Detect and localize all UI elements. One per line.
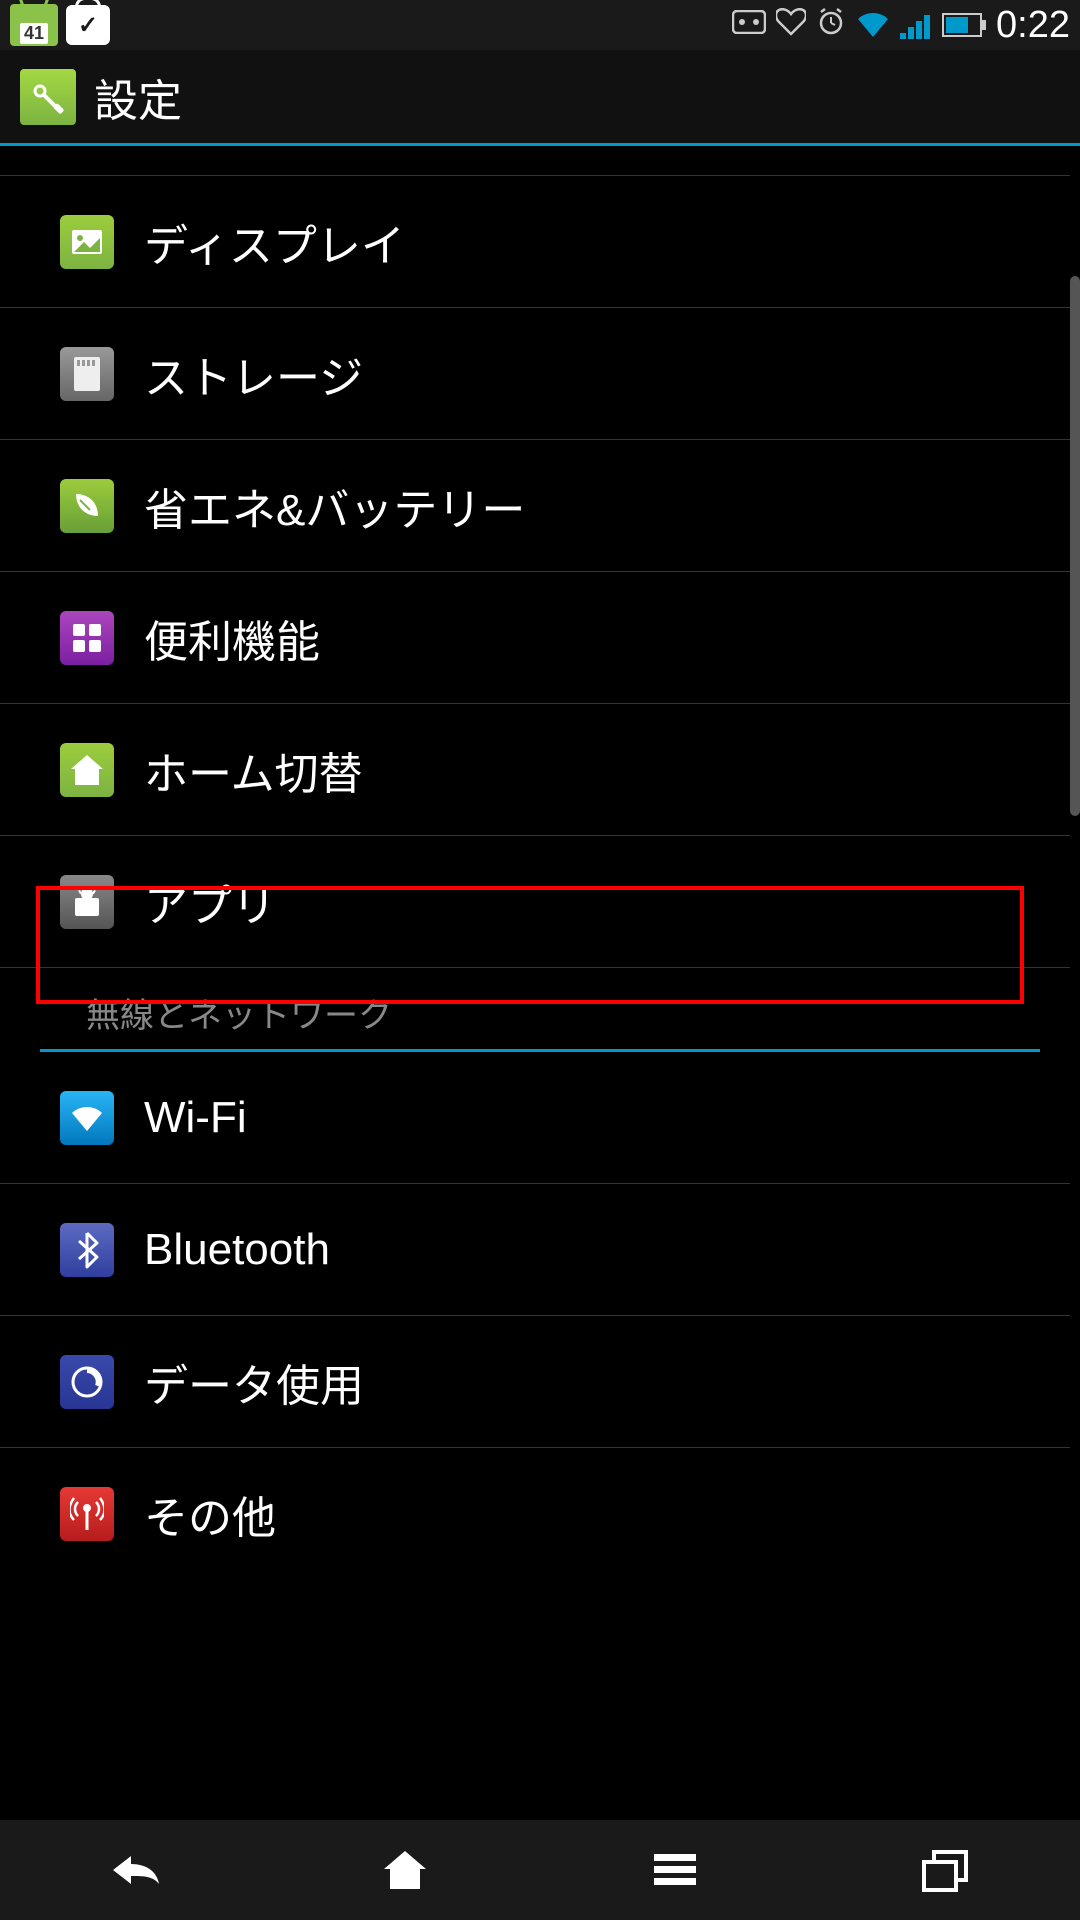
alarm-icon [816, 7, 846, 44]
action-bar: 設定 [0, 50, 1080, 146]
status-bar: 41 ✓ 0:22 [0, 0, 1080, 50]
item-label: Bluetooth [144, 1225, 330, 1275]
android-notification-icon: 41 [10, 4, 58, 46]
home-icon [60, 743, 114, 797]
settings-list[interactable]: ディスプレイ ストレージ 省エネ&バッテリー 便利機能 ホーム切替 アプリ 無線… [0, 146, 1080, 1820]
status-left: 41 ✓ [10, 4, 110, 46]
utility-icon [60, 611, 114, 665]
list-item-wifi[interactable]: Wi-Fi [0, 1052, 1070, 1184]
item-label: 省エネ&バッテリー [144, 474, 525, 538]
recent-apps-button[interactable] [905, 1840, 985, 1900]
bluetooth-icon [60, 1223, 114, 1277]
vr-icon [732, 10, 766, 41]
home-button[interactable] [365, 1840, 445, 1900]
list-item-utility[interactable]: 便利機能 [0, 572, 1070, 704]
storage-icon [60, 347, 114, 401]
signal-icon [900, 11, 932, 39]
item-label: ストレージ [144, 342, 363, 406]
scrollbar[interactable] [1070, 276, 1080, 816]
section-header-network: 無線とネットワーク [40, 968, 1040, 1052]
clock: 0:22 [996, 4, 1070, 47]
list-item-storage[interactable]: ストレージ [0, 308, 1070, 440]
antenna-icon [60, 1487, 114, 1541]
back-button[interactable] [95, 1840, 175, 1900]
item-label: 便利機能 [144, 606, 320, 670]
status-right: 0:22 [732, 4, 1070, 47]
eco-battery-icon [60, 479, 114, 533]
list-item-bluetooth[interactable]: Bluetooth [0, 1184, 1070, 1316]
navigation-bar [0, 1820, 1080, 1920]
wifi-icon [60, 1091, 114, 1145]
apps-icon [60, 875, 114, 929]
item-label: ディスプレイ [144, 210, 405, 274]
display-icon [60, 215, 114, 269]
list-item-display[interactable]: ディスプレイ [0, 176, 1070, 308]
settings-icon [20, 69, 76, 125]
list-item-cut [0, 146, 1070, 176]
item-label: アプリ [144, 870, 276, 934]
list-item-home-switch[interactable]: ホーム切替 [0, 704, 1070, 836]
list-item-battery[interactable]: 省エネ&バッテリー [0, 440, 1070, 572]
list-item-data-usage[interactable]: データ使用 [0, 1316, 1070, 1448]
badge-number: 41 [20, 23, 48, 44]
list-item-other[interactable]: その他 [0, 1448, 1070, 1580]
battery-status-icon [942, 13, 986, 37]
menu-button[interactable] [635, 1840, 715, 1900]
item-label: ホーム切替 [144, 738, 363, 802]
wifi-status-icon [856, 11, 890, 39]
item-label: データ使用 [144, 1350, 364, 1414]
item-label: Wi-Fi [144, 1093, 247, 1143]
shopping-bag-icon: ✓ [66, 5, 110, 45]
page-title: 設定 [94, 65, 182, 129]
data-usage-icon [60, 1355, 114, 1409]
list-item-apps[interactable]: アプリ [0, 836, 1070, 968]
item-label: その他 [144, 1482, 276, 1546]
heart-icon [776, 8, 806, 43]
